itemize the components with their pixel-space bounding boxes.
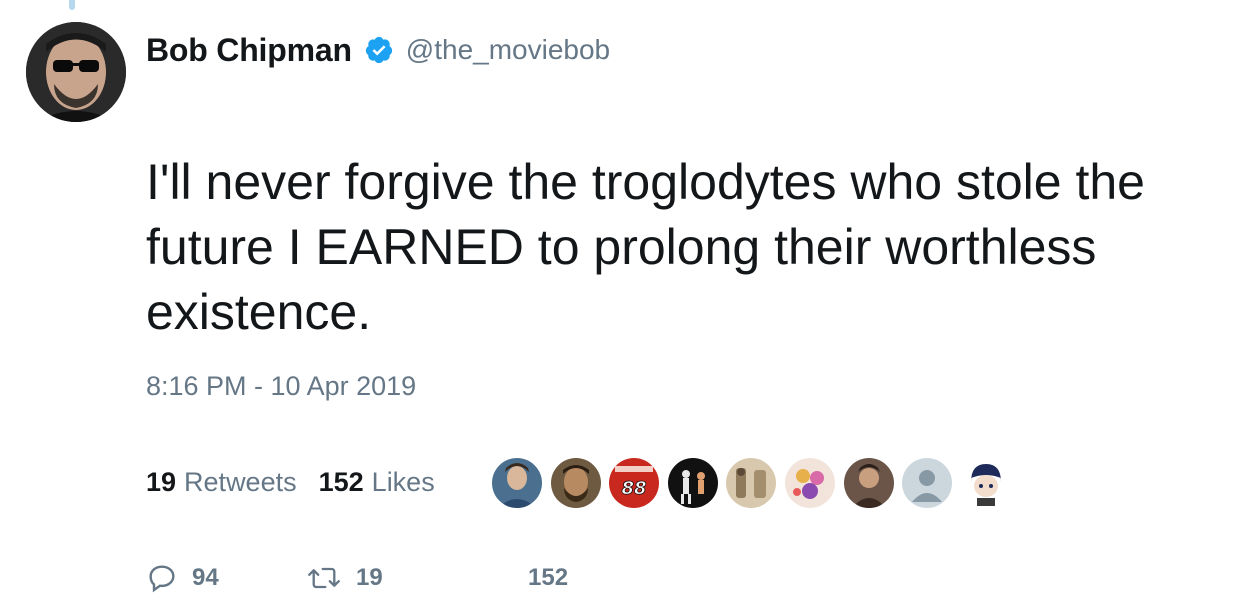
liker-avatar-6[interactable]: [784, 458, 835, 508]
retweet-button[interactable]: 19: [306, 562, 528, 594]
liker-avatars: 88: [492, 458, 1019, 508]
svg-text:88: 88: [622, 478, 647, 499]
like-count: 152: [528, 564, 569, 591]
tweet-header: Bob Chipman @the_moviebob: [146, 28, 610, 72]
tweet-timestamp[interactable]: 8:16 PM - 10 Apr 2019: [146, 371, 416, 402]
likes-label: Likes: [371, 466, 435, 497]
retweet-icon: [306, 562, 342, 594]
liker-avatar-8[interactable]: [902, 458, 953, 508]
likes-count: 152: [318, 466, 364, 497]
tweet-stats: 19 Retweets 152 Likes: [146, 462, 435, 502]
verified-badge-icon: [364, 35, 394, 65]
liker-avatar-2[interactable]: [550, 458, 601, 508]
tweet-text: I'll never forgive the troglodytes who s…: [146, 154, 1145, 340]
liker-avatar-1[interactable]: [492, 458, 542, 508]
tweet-detail: Bob Chipman @the_moviebob I'll never for…: [0, 0, 1242, 610]
liker-avatar-7[interactable]: [843, 458, 894, 508]
likes-stat[interactable]: 152 Likes: [319, 467, 435, 498]
reply-button[interactable]: 94: [146, 562, 306, 594]
liker-avatar-3[interactable]: 88: [609, 458, 660, 508]
liker-avatar-5[interactable]: [726, 458, 777, 508]
author-avatar[interactable]: [26, 22, 126, 122]
retweet-count: 19: [356, 564, 383, 591]
retweets-count: 19: [146, 466, 177, 497]
retweets-label: Retweets: [184, 466, 297, 497]
author-handle[interactable]: @the_moviebob: [406, 34, 610, 66]
tweet-actions: 94 19 152: [146, 556, 568, 600]
retweets-stat[interactable]: 19 Retweets: [146, 467, 297, 498]
like-button[interactable]: 152: [528, 564, 568, 592]
liker-avatar-9[interactable]: [960, 458, 1011, 508]
author-display-name[interactable]: Bob Chipman: [146, 32, 352, 69]
profile-photo-icon: [26, 22, 126, 122]
reply-icon: [146, 562, 178, 594]
thread-connector-line: [69, 0, 75, 10]
reply-count: 94: [192, 564, 219, 591]
liker-avatar-4[interactable]: [667, 458, 718, 508]
